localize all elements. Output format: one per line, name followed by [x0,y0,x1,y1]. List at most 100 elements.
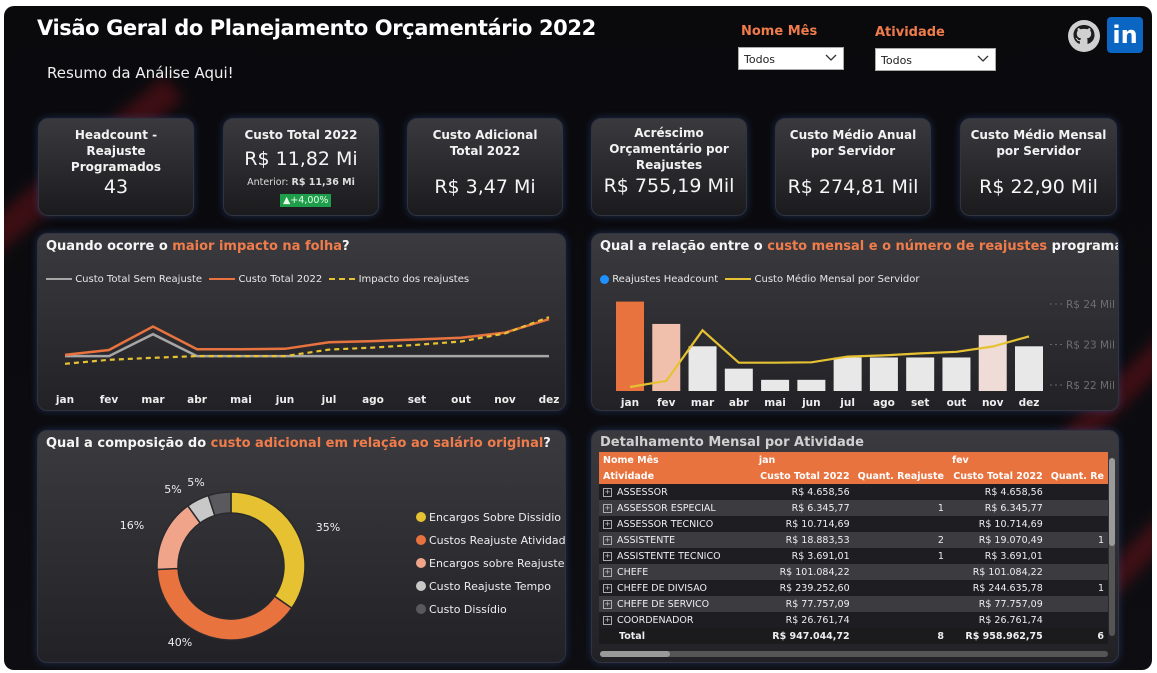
bar-headcount [1015,346,1043,391]
matrix-cell-qty: 1 [1046,580,1108,596]
kpi-increase-title: Acréscimo Orçamentário por Reajustes [609,126,729,172]
x-tick-label: fev [657,397,676,409]
x-tick-label: jan [55,394,74,406]
chevron-down-icon [825,54,837,61]
x-tick-label: jun [275,394,295,406]
matrix-cell-text: R$ 77.757,09 [785,598,850,610]
expand-row-icon[interactable]: + [603,535,612,545]
matrix-cell-cost: R$ 101.084,22 [947,564,1047,580]
expand-row-icon[interactable]: + [603,583,612,593]
matrix-cell-activity: + CHEFE DE DIVISAO [599,580,755,596]
matrix-cell-cost: R$ 18.883,53 [754,532,854,548]
kpi-avg-monthly-value: R$ 22,90 Mil [979,176,1098,198]
matrix-cell-qty [1046,500,1108,516]
x-tick-label: mai [764,397,786,409]
linkedin-icon[interactable]: in [1107,17,1143,53]
table-row[interactable]: + CHEFE R$ 101.084,22 R$ 101.084,22 [599,564,1108,580]
matrix-row-header-month: Nome Mês [599,452,755,468]
matrix-cell-qty [853,580,948,596]
matrix-cell-text: ASSISTENTE [617,534,676,546]
expand-row-icon[interactable]: + [603,551,612,561]
x-tick-label: jul [321,394,337,406]
matrix-cell-text: R$ 10.714,69 [978,518,1043,530]
x-tick-label: set [911,397,929,409]
matrix-col-header-qty[interactable]: Quant. Reajuste [853,468,948,484]
donut-slice [156,567,293,641]
matrix-cell-text: R$ 10.714,69 [785,518,850,530]
github-icon[interactable] [1067,19,1101,53]
matrix-month-header[interactable]: jan [754,452,948,468]
matrix-cell-qty: 1 [853,500,948,516]
table-row[interactable]: + CHEFE DE SERVICO R$ 77.757,09 R$ 77.757,0… [599,596,1108,612]
kpi-additional-card: Custo Adicional Total 2022 R$ 3,47 Mi [407,118,563,216]
line-series-2 [64,318,550,357]
monthly-matrix-panel: Detalhamento Mensal por Atividade Nome M… [591,430,1119,663]
matrix-col-header-cost[interactable]: Custo Total 2022 [754,468,854,484]
x-tick-label: mar [141,394,165,406]
matrix-cell-text: CHEFE DE SERVICO [617,598,710,610]
matrix-cell-qty [853,564,948,580]
linkedin-text: in [1112,21,1138,49]
table-row[interactable]: + ASSESSOR ESPECIAL R$ 6.345,77 1 R$ 6.345,7… [599,500,1108,516]
expand-row-icon[interactable]: + [603,503,612,513]
x-tick-label: dez [1019,397,1040,409]
donut-value-label: 5% [164,483,181,496]
matrix-total-value: R$ 947.044,72 [754,628,854,644]
matrix-col-header-cost[interactable]: Custo Total 2022 [947,468,1047,484]
kpi-total-title: Custo Total 2022 [244,128,358,142]
expand-row-icon[interactable]: + [603,615,612,625]
matrix-month-header[interactable]: fev [947,452,1108,468]
matrix-cell-cost: R$ 26.761,74 [754,612,854,628]
matrix-cell-text: R$ 26.761,74 [785,614,850,626]
expand-row-icon[interactable]: + [603,599,612,609]
matrix-cell-qty [1046,612,1108,628]
x-tick-label: nov [982,397,1004,409]
matrix-cell-cost: R$ 6.345,77 [947,500,1047,516]
scrollbar-thumb[interactable] [1109,458,1115,546]
x-tick-label: jul [839,397,855,409]
matrix-cell-qty [1046,564,1108,580]
legend-label: Encargos sobre Reajuste [429,557,565,570]
expand-row-icon[interactable]: + [603,567,612,577]
legend-swatch [416,581,426,591]
matrix-cell-text: R$ 3.691,01 [984,550,1043,562]
matrix-cell-text: R$ 3.691,01 [791,550,850,562]
table-row[interactable]: + ASSESSOR R$ 4.658,56 R$ 4.658,56 [599,484,1108,500]
kpi-headcount-title: Headcount - Reajuste Programados [70,128,162,174]
matrix-row-header-activity[interactable]: Atividade [599,468,755,484]
activity-dropdown[interactable]: Todos [875,48,996,71]
table-row[interactable]: + ASSISTENTE TECNICO R$ 3.691,01 1 R$ 3.691,… [599,548,1108,564]
bar-headcount [869,357,898,391]
bar-headcount [906,357,935,391]
bar-headcount [616,301,644,391]
kpi-total-value: R$ 11,82 Mi [244,148,358,170]
monthly-matrix-table: Nome Mês jan fev Atividade Custo Total 2… [599,452,1108,644]
kpi-total-previous: Anterior: R$ 11,36 Mi [224,177,378,188]
table-row[interactable]: + ASSISTENTE R$ 18.883,53 2 R$ 19.070,49 1 [599,532,1108,548]
matrix-horizontal-scrollbar[interactable] [600,651,1108,657]
table-row[interactable]: + ASSESSOR TECNICO R$ 10.714,69 R$ 10.714,6… [599,516,1108,532]
scrollbar-thumb[interactable] [600,651,670,657]
expand-row-icon[interactable]: + [603,487,612,497]
matrix-cell-activity: + COORDENADOR [599,612,755,628]
x-tick-label: nov [494,394,516,406]
table-row[interactable]: + CHEFE DE DIVISAO R$ 239.252,60 R$ 244.635… [599,580,1108,596]
matrix-col-header-qty[interactable]: Quant. Re [1046,468,1108,484]
matrix-cell-qty [853,612,948,628]
matrix-cell-text: ASSESSOR [617,486,668,498]
expand-row-icon[interactable]: + [603,519,612,529]
x-tick-label: out [451,394,471,406]
kpi-additional-title: Custo Adicional Total 2022 [432,128,538,158]
matrix-cell-cost: R$ 77.757,09 [754,596,854,612]
bar-headcount [797,379,826,391]
matrix-vertical-scrollbar[interactable] [1109,458,1115,636]
kpi-additional-value: R$ 3,47 Mi [434,176,536,198]
composition-donut-chart: 35% 40% 16% 5% 5% Encargos Sobre Dissidio Cust… [120,476,565,649]
month-dropdown[interactable]: Todos [738,47,844,70]
table-row[interactable]: + COORDENADOR R$ 26.761,74 R$ 26.761,74 [599,612,1108,628]
legend-label: Custo Reajuste Tempo [429,580,551,593]
kpi-avg-annual-value: R$ 274,81 Mil [787,176,919,198]
x-tick-label: dez [539,394,560,406]
matrix-cell-cost: R$ 4.658,56 [754,484,854,500]
kpi-avg-annual-title: Custo Médio Anual por Servidor [789,128,917,158]
